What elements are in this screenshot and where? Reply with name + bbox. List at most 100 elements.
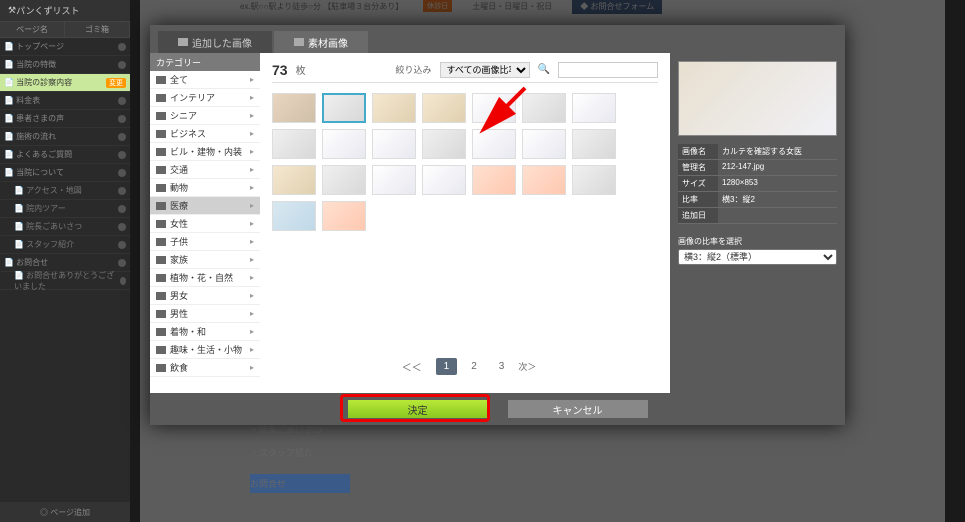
category-item[interactable]: 趣味・生活・小物▸: [150, 341, 260, 359]
folder-icon: [156, 148, 166, 156]
folder-icon: [156, 220, 166, 228]
cancel-button[interactable]: キャンセル: [508, 400, 648, 418]
image-thumbnail[interactable]: [372, 165, 416, 195]
category-item[interactable]: 医療▸: [150, 197, 260, 215]
bg-closed-tag: 休診日: [423, 0, 452, 12]
detail-label: 比率: [678, 192, 718, 207]
sidebar-item[interactable]: 📄 トップページ: [0, 38, 130, 56]
category-item[interactable]: ビジネス▸: [150, 125, 260, 143]
sidebar-item[interactable]: 📄 スタッフ紹介: [0, 236, 130, 254]
page-3[interactable]: 3: [491, 358, 513, 375]
category-item[interactable]: シニア▸: [150, 107, 260, 125]
ratio-select-label: 画像の比率を選択: [678, 236, 837, 247]
sidebar-item[interactable]: 📄 料金表: [0, 92, 130, 110]
sidebar-item[interactable]: 📄 施術の流れ: [0, 128, 130, 146]
ratio-filter-select[interactable]: すべての画像比率: [440, 62, 530, 78]
sidebar-item[interactable]: 📄 当院の診察内容変更: [0, 74, 130, 92]
image-thumbnail[interactable]: [322, 165, 366, 195]
sidebar-item[interactable]: 📄 院内ツアー: [0, 200, 130, 218]
category-item[interactable]: 交通▸: [150, 161, 260, 179]
category-item[interactable]: 男女▸: [150, 287, 260, 305]
image-thumbnail[interactable]: [372, 129, 416, 159]
folder-icon: [156, 238, 166, 246]
image-thumbnail[interactable]: [422, 93, 466, 123]
grid-header: 73枚 絞り込み すべての画像比率 🔍: [272, 61, 658, 83]
image-count: 73: [272, 62, 288, 78]
category-item[interactable]: ビル・建物・内装▸: [150, 143, 260, 161]
tab-stock-images[interactable]: 素材画像: [274, 31, 368, 53]
image-thumbnail[interactable]: [322, 129, 366, 159]
page-1[interactable]: 1: [436, 358, 458, 375]
image-thumbnail[interactable]: [472, 129, 516, 159]
folder-icon: [156, 256, 166, 264]
bg-header: ex.駅○○駅より徒歩○分 【駐車場３台分あり】 休診日 土曜日・日曜日・祝日 …: [140, 0, 945, 12]
tab-added-images[interactable]: 追加した画像: [158, 31, 272, 53]
image-thumbnail[interactable]: [372, 93, 416, 123]
bg-contact-button[interactable]: ◆ お問合せフォーム: [572, 0, 662, 14]
image-thumbnail[interactable]: [522, 129, 566, 159]
detail-label: サイズ: [678, 176, 718, 191]
category-item[interactable]: 男性▸: [150, 305, 260, 323]
image-thumbnail[interactable]: [472, 165, 516, 195]
category-item[interactable]: 女性▸: [150, 215, 260, 233]
sidebar-item[interactable]: 📄 お問合せありがとうございました: [0, 272, 130, 290]
category-item[interactable]: 着物・和▸: [150, 323, 260, 341]
image-thumbnail[interactable]: [272, 201, 316, 231]
detail-value: 横3：縦2: [718, 192, 837, 207]
sidebar-item[interactable]: 📄 よくあるご質問: [0, 146, 130, 164]
sidebar-item[interactable]: 📄 院長ごあいさつ: [0, 218, 130, 236]
image-icon: [178, 38, 188, 46]
sidebar-add-page[interactable]: ◎ ページ追加: [0, 502, 130, 522]
image-thumbnail[interactable]: [272, 165, 316, 195]
category-item[interactable]: インテリア▸: [150, 89, 260, 107]
detail-row: サイズ1280×853: [678, 176, 837, 192]
ratio-select[interactable]: 横3：縦2（標準）: [678, 249, 837, 265]
bg-contact-box[interactable]: お問合せ: [250, 474, 350, 493]
detail-value: 212-147.jpg: [718, 160, 837, 175]
page-next[interactable]: 次＞: [518, 360, 536, 373]
image-thumbnail[interactable]: [572, 93, 616, 123]
image-thumbnail[interactable]: [322, 201, 366, 231]
image-thumbnail[interactable]: [272, 93, 316, 123]
category-item[interactable]: 動物▸: [150, 179, 260, 197]
folder-icon: [156, 364, 166, 372]
page-prev[interactable]: ＜＜: [394, 356, 430, 377]
search-input[interactable]: [558, 62, 658, 78]
preview-image: [678, 61, 837, 136]
image-thumbnail[interactable]: [422, 165, 466, 195]
detail-row: 管理名212-147.jpg: [678, 160, 837, 176]
folder-icon: [156, 346, 166, 354]
sidebar-item[interactable]: 📄 患者さまの声: [0, 110, 130, 128]
sidebar-columns: ページ名 ゴミ箱: [0, 22, 130, 38]
image-thumbnail[interactable]: [572, 129, 616, 159]
folder-icon: [156, 130, 166, 138]
image-thumbnail[interactable]: [522, 93, 566, 123]
folder-icon: [156, 202, 166, 210]
category-item[interactable]: 植物・花・自然▸: [150, 269, 260, 287]
count-unit: 枚: [296, 62, 306, 77]
ok-button[interactable]: 決定: [348, 400, 488, 418]
bg-menu-item[interactable]: ・スタッフ紹介: [250, 443, 350, 462]
sidebar-item[interactable]: 📄 アクセス・地図: [0, 182, 130, 200]
category-item[interactable]: 全て▸: [150, 71, 260, 89]
folder-icon: [156, 274, 166, 282]
image-thumbnail[interactable]: [472, 93, 516, 123]
sidebar-col-trash: ゴミ箱: [65, 22, 130, 37]
bg-address: ex.駅○○駅より徒歩○分 【駐車場３台分あり】: [240, 1, 403, 12]
image-thumbnail[interactable]: [572, 165, 616, 195]
bg-hours: 土曜日・日曜日・祝日: [472, 1, 552, 12]
folder-icon: [156, 292, 166, 300]
image-thumbnail[interactable]: [522, 165, 566, 195]
category-item[interactable]: 家族▸: [150, 251, 260, 269]
thumbnail-grid: [272, 83, 658, 241]
category-item[interactable]: 子供▸: [150, 233, 260, 251]
image-thumbnail[interactable]: [322, 93, 366, 123]
detail-label: 管理名: [678, 160, 718, 175]
folder-icon: [156, 310, 166, 318]
sidebar-item[interactable]: 📄 当院の特徴: [0, 56, 130, 74]
image-thumbnail[interactable]: [272, 129, 316, 159]
image-thumbnail[interactable]: [422, 129, 466, 159]
page-2[interactable]: 2: [463, 358, 485, 375]
sidebar-item[interactable]: 📄 当院について: [0, 164, 130, 182]
category-item[interactable]: 飲食▸: [150, 359, 260, 377]
